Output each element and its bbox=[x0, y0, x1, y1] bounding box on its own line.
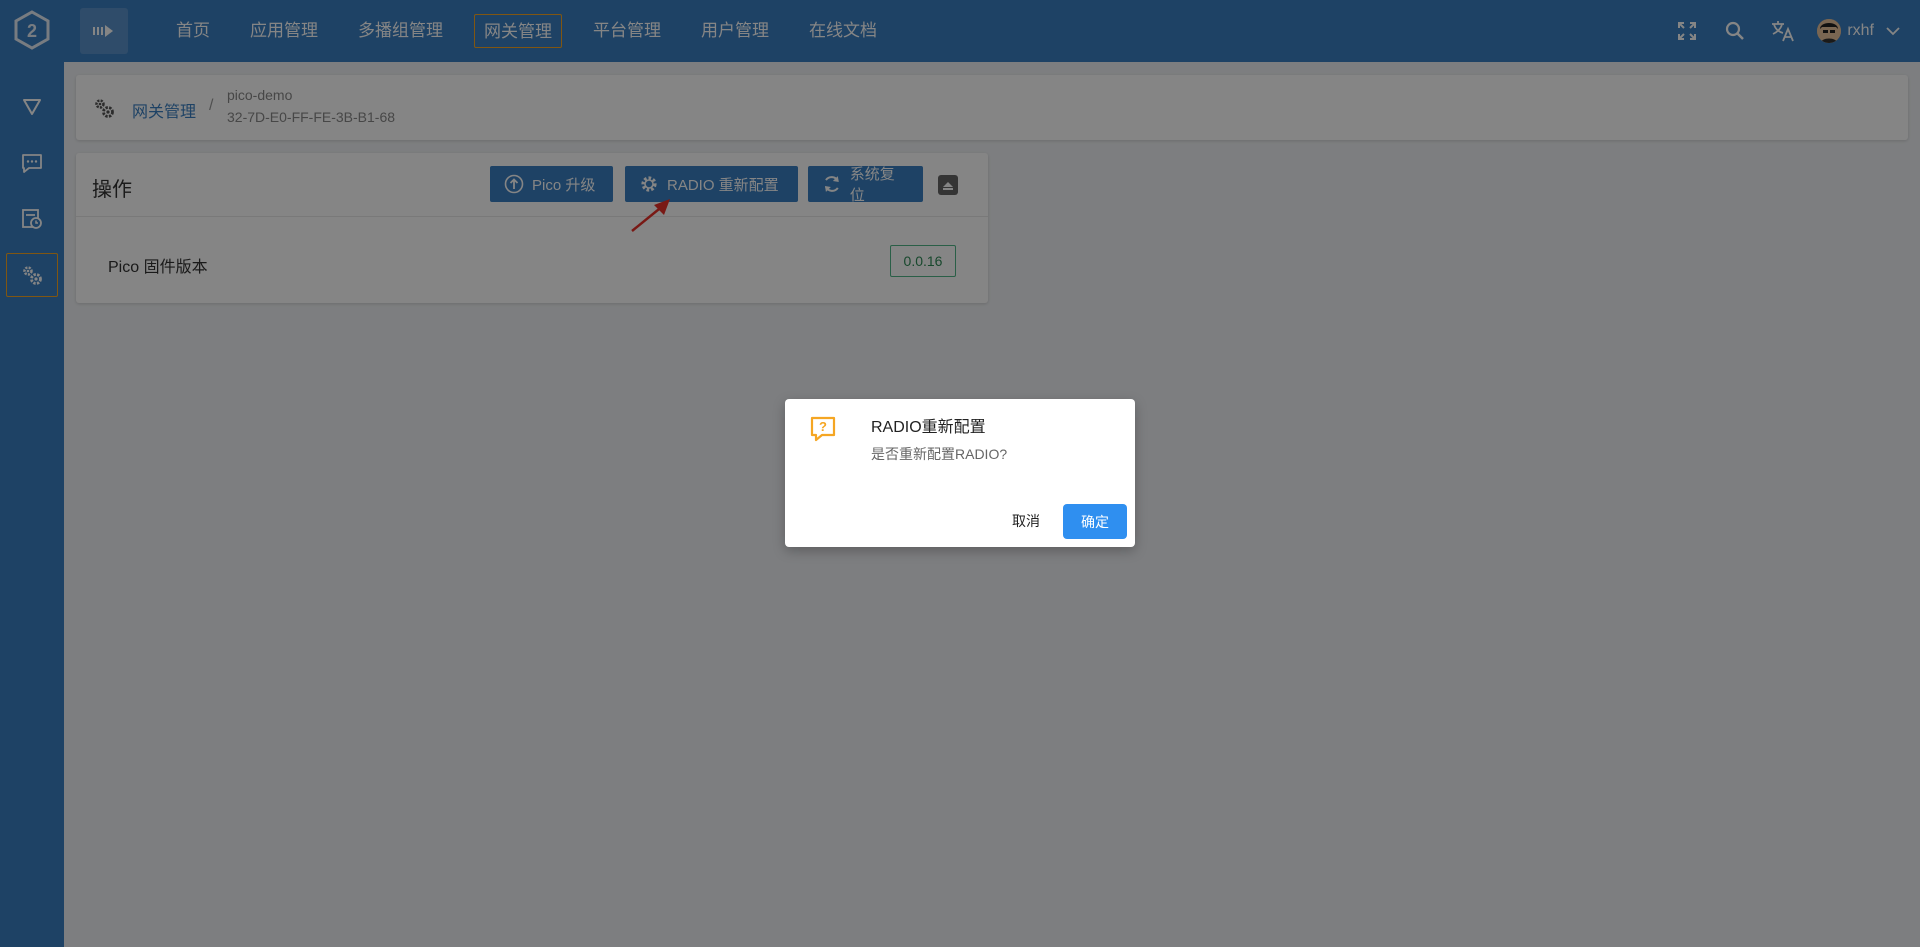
dialog-title: RADIO重新配置 bbox=[871, 419, 986, 436]
cancel-button[interactable]: 取消 bbox=[995, 504, 1057, 538]
dialog-message: 是否重新配置RADIO? bbox=[871, 446, 1008, 462]
confirm-button[interactable]: 确定 bbox=[1063, 504, 1127, 539]
confirm-dialog: ? RADIO重新配置 是否重新配置RADIO? 取消 确定 bbox=[785, 399, 1135, 547]
svg-text:?: ? bbox=[819, 419, 827, 434]
question-icon: ? bbox=[809, 415, 837, 448]
